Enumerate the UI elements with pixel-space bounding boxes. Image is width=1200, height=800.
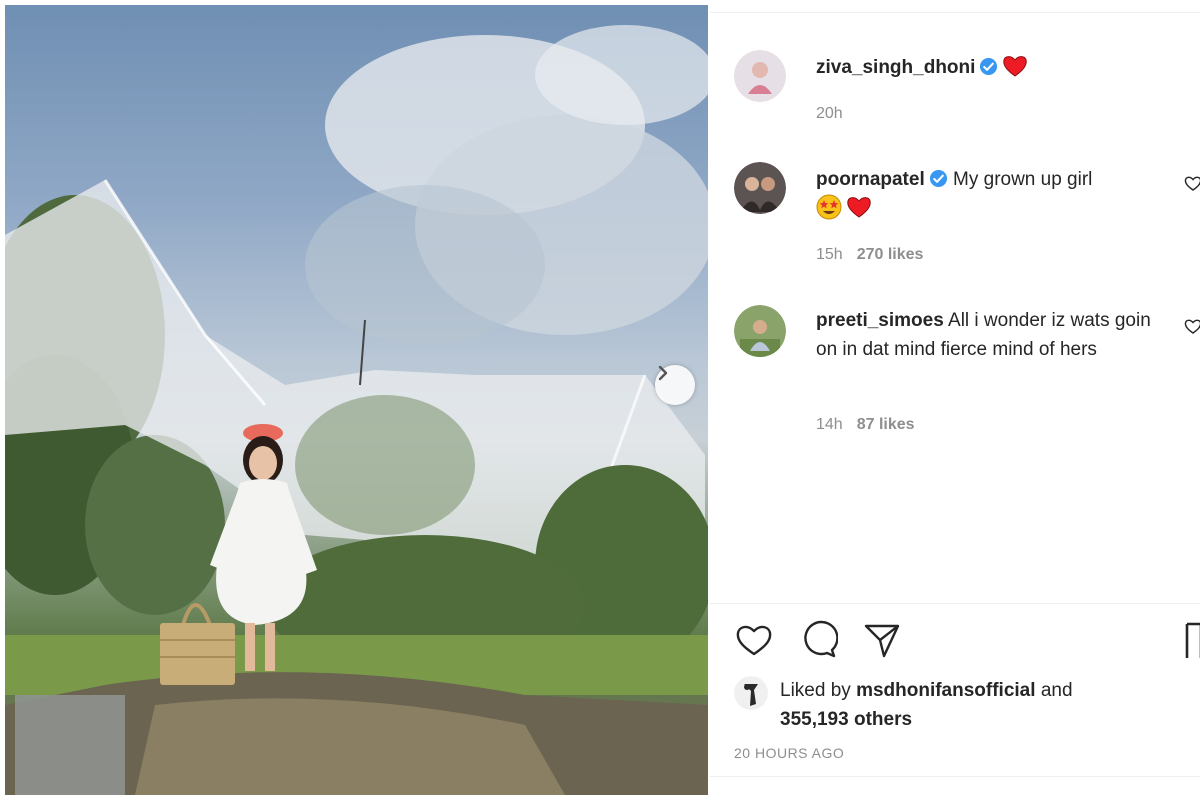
post-actions <box>734 620 1200 664</box>
comment-like-icon[interactable] <box>1184 174 1200 192</box>
comment-likes[interactable]: 87 likes <box>857 416 915 433</box>
caption-time: 20h <box>816 105 843 122</box>
comment-username[interactable]: preeti_simoes <box>816 310 944 331</box>
post-photo <box>5 5 708 795</box>
bookmark-icon[interactable] <box>1184 620 1200 660</box>
avatar-image <box>734 676 768 710</box>
star-struck-emoji-icon <box>816 194 842 220</box>
avatar[interactable] <box>734 162 786 214</box>
comment-text: My grown up girl <box>953 169 1093 190</box>
liked-by-conj: and <box>1040 680 1073 701</box>
red-heart-icon <box>1003 56 1028 77</box>
share-icon[interactable] <box>862 620 902 660</box>
liked-by-prefix: Liked by <box>780 680 851 701</box>
post-sidebar: ziva_singh_dhoni 20h poornapatel My grow… <box>710 0 1200 800</box>
comment-icon[interactable] <box>798 620 838 660</box>
comment-time: 14h <box>816 416 843 433</box>
post-timestamp[interactable]: 20 HOURS AGO <box>734 745 844 761</box>
comment-likes[interactable]: 270 likes <box>857 246 924 263</box>
comment-meta: 14h 87 likes <box>816 416 915 434</box>
comment-item: poornapatel My grown up girl 15h 270 like… <box>734 162 1200 272</box>
author-username[interactable]: ziva_singh_dhoni <box>816 57 975 78</box>
comment-like-icon[interactable] <box>1184 317 1200 335</box>
divider <box>710 12 1200 13</box>
comment-username[interactable]: poornapatel <box>816 169 925 190</box>
heart-outline-icon[interactable] <box>734 620 774 660</box>
avatar-image <box>734 50 786 102</box>
comment-time: 15h <box>816 246 843 263</box>
avatar-image <box>734 305 786 357</box>
verified-badge-icon <box>980 57 998 76</box>
comment-item: preeti_simoes All i wonder iz wats goin … <box>734 305 1200 440</box>
liked-by-others[interactable]: 355,193 others <box>780 709 912 730</box>
next-slide-button[interactable] <box>655 365 695 405</box>
liked-by-user[interactable]: msdhonifansofficial <box>856 680 1035 701</box>
divider <box>710 603 1200 604</box>
red-heart-icon <box>847 197 871 218</box>
chevron-right-icon <box>658 365 668 381</box>
divider <box>710 776 1200 777</box>
avatar[interactable] <box>734 305 786 357</box>
post-caption: ziva_singh_dhoni 20h <box>734 50 1194 130</box>
avatar-image <box>734 162 786 214</box>
avatar[interactable] <box>734 50 786 102</box>
photo-scene <box>5 25 708 795</box>
avatar[interactable] <box>734 676 768 710</box>
verified-badge-icon <box>929 169 947 188</box>
comment-meta: 15h 270 likes <box>816 246 923 264</box>
